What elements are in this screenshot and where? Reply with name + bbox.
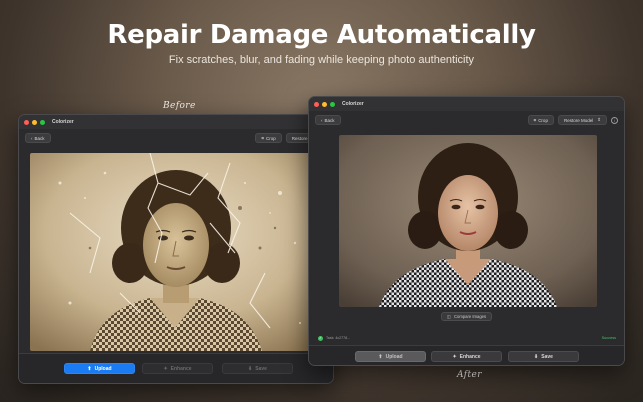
restore-model-select[interactable]: Restore Model ⇕: [557, 115, 607, 125]
titlebar: Colorizer: [19, 115, 333, 129]
info-icon[interactable]: i: [611, 116, 618, 124]
back-button[interactable]: ‹ Back: [25, 133, 51, 143]
after-label: After: [457, 370, 482, 380]
toolbar: ‹ Back ⌗ Crop Restore Model ⇕ i: [309, 111, 624, 129]
after-app-window: Colorizer ‹ Back ⌗ Crop Restore Model ⇕ …: [308, 96, 625, 366]
chevron-left-icon: ‹: [321, 117, 323, 123]
toolbar: ‹ Back ⌗ Crop Restore Model: [19, 129, 333, 147]
damaged-portrait-image: [30, 153, 320, 351]
save-button[interactable]: ⬇ Save: [222, 363, 293, 374]
magic-wand-icon: ✦: [452, 353, 457, 360]
before-app-window: Colorizer ‹ Back ⌗ Crop Restore Model ⬆ …: [18, 114, 334, 384]
success-check-icon: ✓: [318, 335, 323, 341]
upload-icon: ⬆: [87, 365, 92, 372]
titlebar: Colorizer: [309, 97, 624, 111]
close-window-button[interactable]: [24, 119, 29, 125]
chevron-updown-icon: ⇕: [597, 117, 601, 122]
crop-icon: ⌗: [261, 135, 264, 141]
restored-portrait-image: [339, 135, 597, 307]
upload-button[interactable]: ⬆ Upload: [64, 363, 135, 374]
save-label: Save: [541, 353, 553, 360]
close-window-button[interactable]: [314, 101, 319, 107]
crop-button[interactable]: ⌗ Crop: [527, 115, 554, 125]
save-label: Save: [255, 365, 267, 372]
crop-label: Crop: [538, 117, 548, 123]
magic-wand-icon: ✦: [163, 365, 168, 372]
hero-title: Repair Damage Automatically: [107, 20, 536, 50]
restored-photo: [339, 135, 597, 307]
task-status-text: Task: 4c2778...: [326, 336, 351, 340]
zoom-window-button[interactable]: [40, 119, 45, 125]
crop-label: Crop: [265, 135, 276, 141]
compare-label: Compare Images: [453, 314, 487, 319]
enhance-button[interactable]: ✦ Enhance: [142, 363, 213, 374]
back-label: Back: [324, 117, 335, 123]
compare-icon: ◫: [447, 314, 451, 319]
upload-icon: ⬆: [378, 353, 383, 360]
task-status-result: Success: [601, 336, 616, 340]
before-label: Before: [163, 101, 196, 111]
save-button[interactable]: ⬇ Save: [508, 351, 579, 362]
hero-subtitle: Fix scratches, blur, and fading while ke…: [168, 54, 475, 66]
back-button[interactable]: ‹ Back: [315, 115, 341, 125]
window-title: Colorizer: [52, 119, 74, 125]
enhance-label: Enhance: [170, 365, 192, 372]
chevron-left-icon: ‹: [31, 135, 33, 141]
upload-label: Upload: [385, 353, 403, 360]
restore-model-label: Restore Model: [563, 117, 594, 123]
minimize-window-button[interactable]: [322, 101, 327, 107]
damaged-photo: [30, 153, 320, 351]
minimize-window-button[interactable]: [32, 119, 37, 125]
save-icon: ⬇: [248, 365, 253, 372]
enhance-button[interactable]: ✦ Enhance: [431, 351, 502, 362]
window-title: Colorizer: [342, 101, 364, 107]
upload-label: Upload: [94, 365, 112, 372]
action-bar: ⬆ Upload ✦ Enhance ⬇ Save: [19, 353, 333, 383]
upload-button[interactable]: ⬆ Upload: [355, 351, 426, 362]
save-icon: ⬇: [534, 353, 539, 360]
crop-button[interactable]: ⌗ Crop: [255, 133, 282, 143]
compare-images-button[interactable]: ◫ Compare Images: [441, 312, 493, 321]
crop-icon: ⌗: [533, 117, 537, 123]
action-bar: ⬆ Upload ✦ Enhance ⬇ Save: [309, 345, 624, 365]
zoom-window-button[interactable]: [330, 101, 335, 107]
back-label: Back: [34, 135, 45, 141]
enhance-label: Enhance: [459, 353, 481, 360]
task-status-row: ✓ Task: 4c2778... Success: [318, 334, 616, 342]
